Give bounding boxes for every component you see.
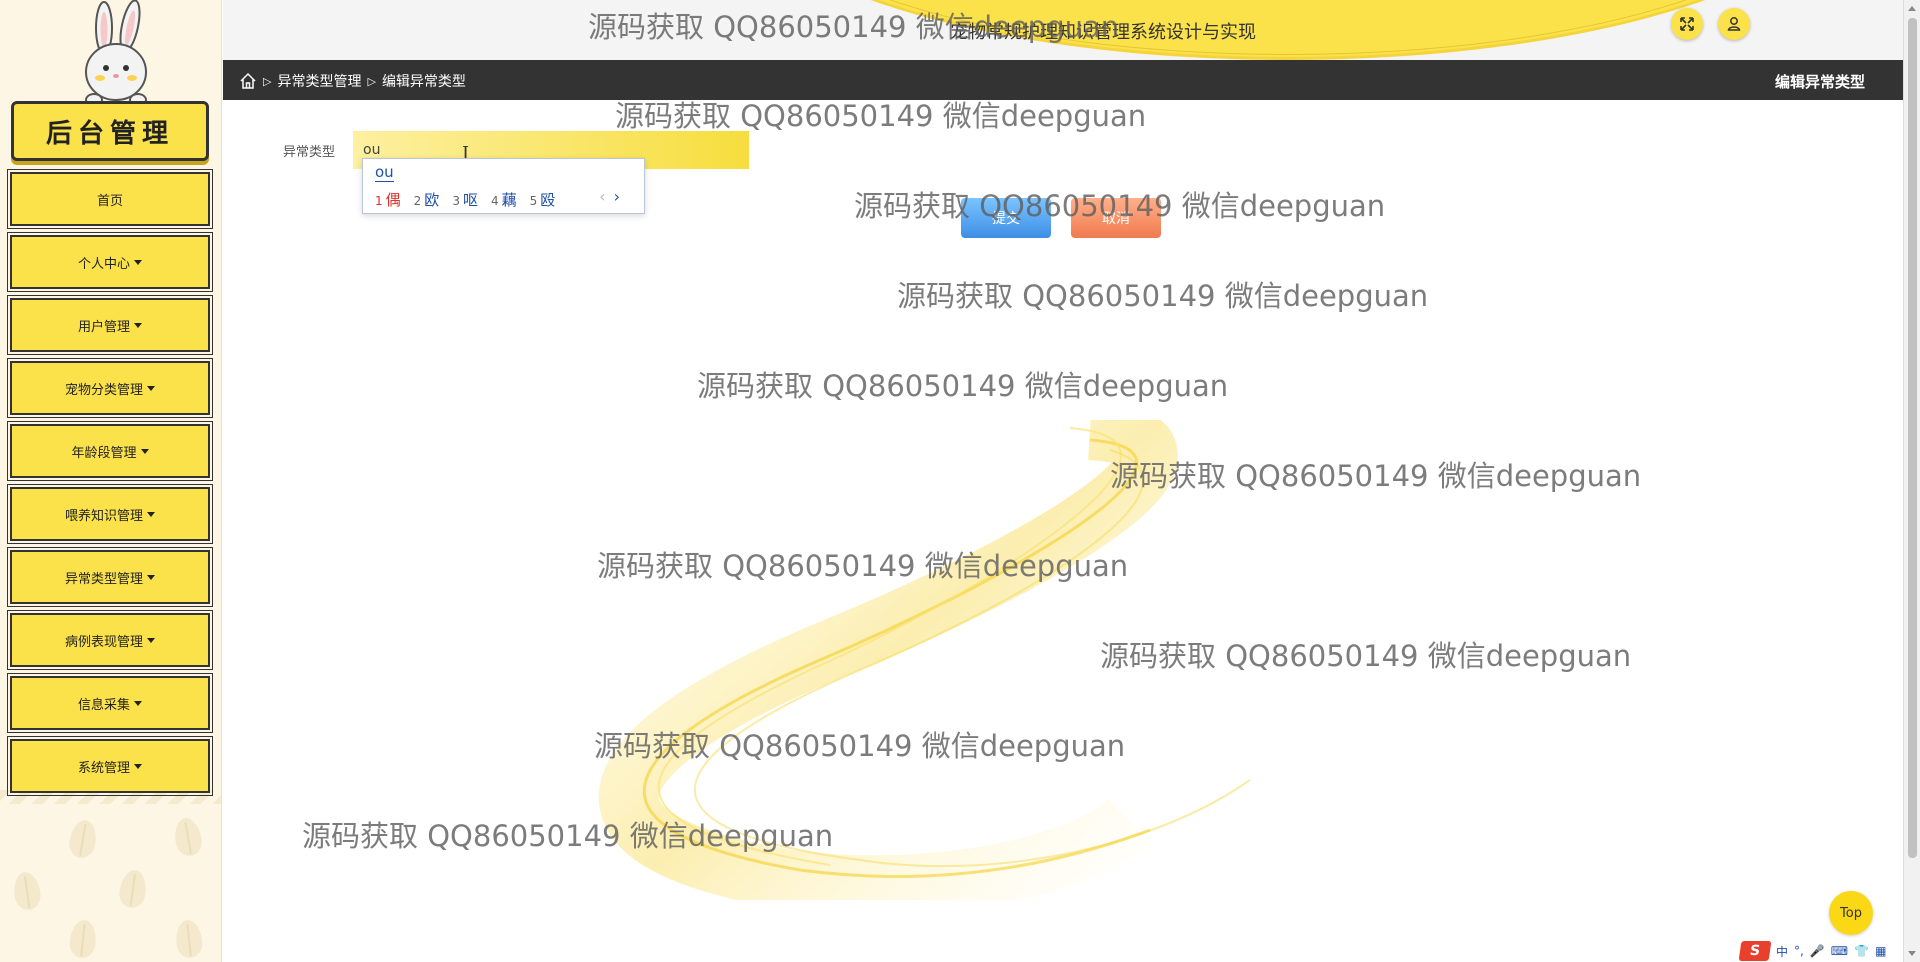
leaf-decoration bbox=[171, 816, 205, 858]
caret-down-icon bbox=[134, 700, 142, 706]
toolbox-icon[interactable]: ▦ bbox=[1875, 944, 1886, 958]
vertical-scrollbar[interactable] bbox=[1903, 0, 1920, 962]
caret-down-icon bbox=[147, 511, 155, 517]
sidebar-item-case-symptom-management[interactable]: 病例表现管理 bbox=[7, 610, 213, 670]
ime-candidate-window: ou 1偶 2欧 3呕 4藕 5殴 ‹ › bbox=[362, 158, 645, 214]
watermark-text: 源码获取 QQ86050149 微信deepguan bbox=[697, 369, 1229, 403]
ime-composition: ou bbox=[375, 163, 394, 182]
page-title: 编辑异常类型 bbox=[1774, 73, 1865, 91]
caret-down-icon bbox=[147, 637, 155, 643]
watermark-text: 源码获取 QQ86050149 微信deepguan bbox=[302, 819, 834, 853]
admin-logo-board: 后台管理 bbox=[11, 101, 209, 161]
user-button[interactable] bbox=[1718, 8, 1750, 40]
ime-candidate[interactable]: 3呕 bbox=[452, 189, 478, 210]
caret-down-icon bbox=[134, 763, 142, 769]
ime-candidate-list: 1偶 2欧 3呕 4藕 5殴 bbox=[375, 189, 555, 210]
caret-down-icon bbox=[134, 322, 142, 328]
sidebar-item-age-group-management[interactable]: 年龄段管理 bbox=[7, 421, 213, 481]
ime-next-page-icon[interactable]: › bbox=[614, 187, 620, 206]
ime-prev-page-icon[interactable]: ‹ bbox=[599, 187, 605, 206]
sidebar-item-label: 病例表现管理 bbox=[64, 634, 143, 650]
sidebar-item-label: 喂养知识管理 bbox=[64, 508, 143, 524]
caret-down-icon bbox=[147, 574, 155, 580]
sidebar: 后台管理 首页 个人中心 用户管理 宠物分类管理 年龄段管理 喂养知识管理 异常… bbox=[0, 0, 222, 962]
ime-candidate-number: 4 bbox=[490, 194, 499, 208]
breadcrumb-abnormal-type-management[interactable]: 异常类型管理 bbox=[277, 71, 361, 91]
leaf-decoration bbox=[11, 870, 43, 912]
sidebar-item-information-collection[interactable]: 信息采集 bbox=[7, 673, 213, 733]
punctuation-icon[interactable]: °, bbox=[1794, 944, 1804, 958]
sidebar-item-label: 宠物分类管理 bbox=[64, 382, 143, 398]
leaf-decoration bbox=[66, 818, 100, 860]
sidebar-item-label: 年龄段管理 bbox=[71, 445, 137, 461]
sidebar-item-home[interactable]: 首页 bbox=[7, 169, 213, 229]
microphone-icon[interactable]: 🎤 bbox=[1810, 944, 1825, 958]
watermark-text: 源码获取 QQ86050149 微信deepguan bbox=[597, 549, 1129, 583]
breadcrumb-current: 编辑异常类型 bbox=[381, 74, 466, 90]
cancel-button[interactable]: 取消 bbox=[1071, 198, 1161, 238]
sidebar-menu: 首页 个人中心 用户管理 宠物分类管理 年龄段管理 喂养知识管理 异常类型管理 … bbox=[7, 169, 213, 802]
caret-down-icon bbox=[147, 385, 155, 391]
sidebar-item-label: 系统管理 bbox=[77, 760, 130, 776]
watermark-text: 源码获取 QQ86050149 微信deepguan bbox=[897, 279, 1429, 313]
watermark-text: 源码获取 QQ86050149 微信deepguan bbox=[1110, 459, 1642, 493]
breadcrumb-bar: ▷ 异常类型管理 ▷ 编辑异常类型 编辑异常类型 bbox=[223, 60, 1903, 100]
scroll-up-arrow-icon[interactable] bbox=[1908, 6, 1916, 11]
sidebar-item-abnormal-type-management[interactable]: 异常类型管理 bbox=[7, 547, 213, 607]
caret-down-icon bbox=[134, 259, 142, 265]
watermark-text: 源码获取 QQ86050149 微信deepguan bbox=[1100, 639, 1632, 673]
ime-candidate-number: 3 bbox=[452, 194, 460, 208]
scrollbar-thumb[interactable] bbox=[1908, 18, 1917, 858]
ime-candidate[interactable]: 4藕 bbox=[491, 189, 517, 210]
ime-candidate[interactable]: 5殴 bbox=[530, 189, 556, 210]
home-icon[interactable] bbox=[239, 72, 257, 90]
sidebar-item-pet-category-management[interactable]: 宠物分类管理 bbox=[7, 358, 213, 418]
sogou-logo-icon[interactable]: S bbox=[1738, 941, 1772, 961]
sidebar-item-label: 异常类型管理 bbox=[64, 571, 143, 587]
breadcrumb-separator-icon: ▷ bbox=[367, 74, 376, 88]
leaf-decoration bbox=[174, 918, 204, 960]
ime-language-toggle[interactable]: 中 bbox=[1776, 943, 1788, 960]
caret-down-icon bbox=[140, 448, 149, 454]
skin-icon[interactable]: 👕 bbox=[1854, 944, 1869, 958]
ime-candidate-number: 1 bbox=[375, 194, 383, 208]
leaf-decoration bbox=[117, 868, 149, 910]
expand-icon bbox=[1680, 17, 1694, 31]
ime-candidate[interactable]: 2欧 bbox=[414, 189, 440, 210]
watermark-text: 源码获取 QQ86050149 微信deepguan bbox=[594, 729, 1126, 763]
sidebar-item-user-management[interactable]: 用户管理 bbox=[7, 295, 213, 355]
ime-candidate[interactable]: 1偶 bbox=[375, 189, 401, 210]
ime-candidate-number: 5 bbox=[529, 194, 538, 208]
ime-candidate-char: 呕 bbox=[462, 191, 478, 209]
abnormal-type-label: 异常类型 bbox=[283, 144, 336, 160]
leaf-decoration bbox=[68, 918, 98, 960]
app-title: 宠物常规护理知识管理系统设计与实现 bbox=[950, 22, 1256, 43]
sidebar-item-label: 个人中心 bbox=[77, 256, 130, 272]
swirl-decoration bbox=[599, 420, 1251, 900]
breadcrumb: ▷ 异常类型管理 ▷ 编辑异常类型 bbox=[239, 71, 466, 91]
breadcrumb-separator-icon: ▷ bbox=[263, 74, 272, 88]
sidebar-item-system-management[interactable]: 系统管理 bbox=[7, 736, 213, 796]
top-header: 宠物常规护理知识管理系统设计与实现 bbox=[223, 0, 1903, 60]
ime-candidate-char: 藕 bbox=[501, 191, 517, 209]
sidebar-item-label: 信息采集 bbox=[77, 697, 130, 713]
ime-candidate-char: 偶 bbox=[385, 191, 401, 209]
fullscreen-button[interactable] bbox=[1671, 8, 1703, 40]
ime-toolbar: S 中 °, 🎤 ⌨ 👕 ▦ bbox=[1738, 940, 1920, 962]
sidebar-item-label: 用户管理 bbox=[77, 319, 130, 335]
rabbit-mascot-icon bbox=[85, 0, 147, 106]
sidebar-item-personal-center[interactable]: 个人中心 bbox=[7, 232, 213, 292]
submit-button[interactable]: 提交 bbox=[961, 198, 1051, 238]
sidebar-item-label: 首页 bbox=[96, 193, 123, 209]
keyboard-icon[interactable]: ⌨ bbox=[1831, 944, 1848, 958]
ime-candidate-number: 2 bbox=[413, 194, 422, 208]
user-icon bbox=[1727, 17, 1741, 31]
ime-candidate-char: 欧 bbox=[424, 191, 440, 209]
back-to-top-button[interactable]: Top bbox=[1829, 891, 1873, 935]
ime-page-nav: ‹ › bbox=[599, 187, 620, 206]
sidebar-item-feeding-knowledge-management[interactable]: 喂养知识管理 bbox=[7, 484, 213, 544]
ime-candidate-char: 殴 bbox=[540, 191, 556, 209]
